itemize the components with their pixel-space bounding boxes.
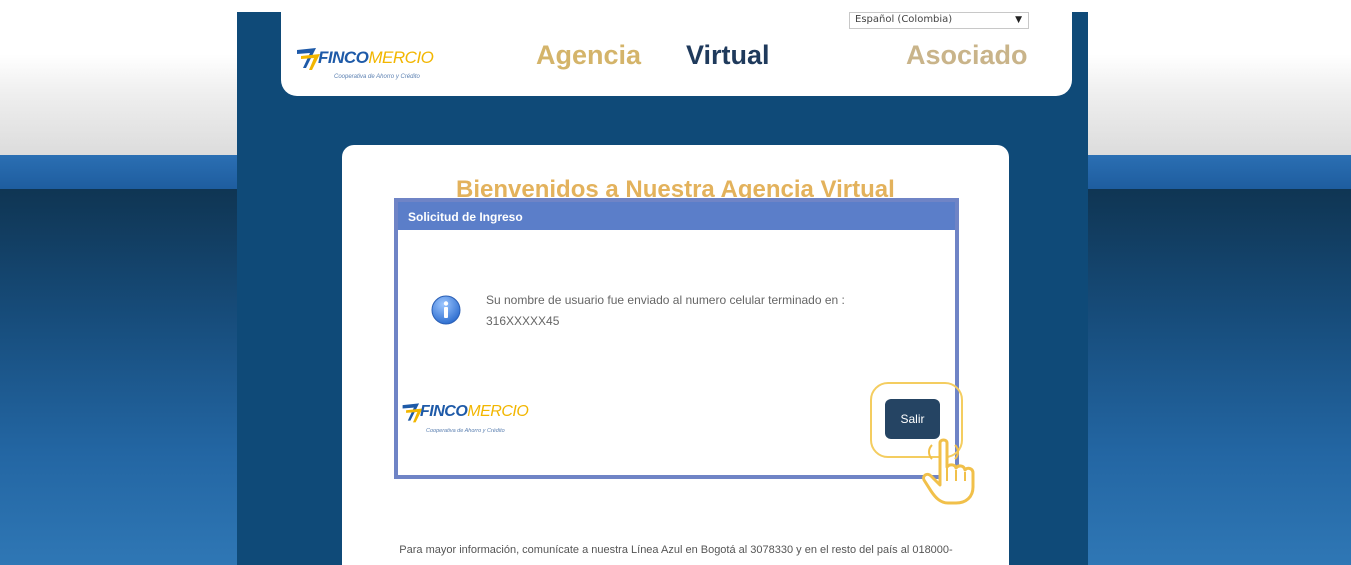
pointer-hand-icon [922, 438, 975, 505]
dialog-message-text: Su nombre de usuario fue enviado al nume… [486, 293, 845, 307]
page-title-asociado: Asociado [906, 40, 1028, 70]
logo-wordmark: FINCOMERCIO [420, 403, 529, 420]
logo-tagline: Cooperativa de Ahorro y Crédito [426, 428, 505, 434]
dialog-title: Solicitud de Ingreso [398, 202, 955, 230]
logo-wordmark: FINCOMERCIO [318, 48, 434, 67]
footer-info-text: Para mayor información, comunícate a nue… [399, 544, 953, 556]
page-title-agencia: Agencia [536, 40, 642, 70]
dialog-phone-number: 316XXXXX45 [486, 314, 560, 328]
info-icon [431, 295, 461, 325]
language-select[interactable]: Español (Colombia) ▼ [849, 12, 1029, 29]
salir-button[interactable]: Salir [885, 399, 940, 439]
dialog-message: Su nombre de usuario fue enviado al nume… [486, 290, 946, 332]
language-select-value: Español (Colombia) [855, 14, 953, 25]
chevron-down-icon: ▼ [1015, 15, 1022, 25]
dialog-brand-logo: FINCOMERCIO Cooperativa de Ahorro y Créd… [400, 399, 560, 443]
logo-tagline: Cooperativa de Ahorro y Crédito [334, 74, 420, 80]
brand-logo: FINCOMERCIO Cooperativa de Ahorro y Créd… [294, 44, 474, 90]
page-title-virtual: Virtual [686, 40, 770, 70]
